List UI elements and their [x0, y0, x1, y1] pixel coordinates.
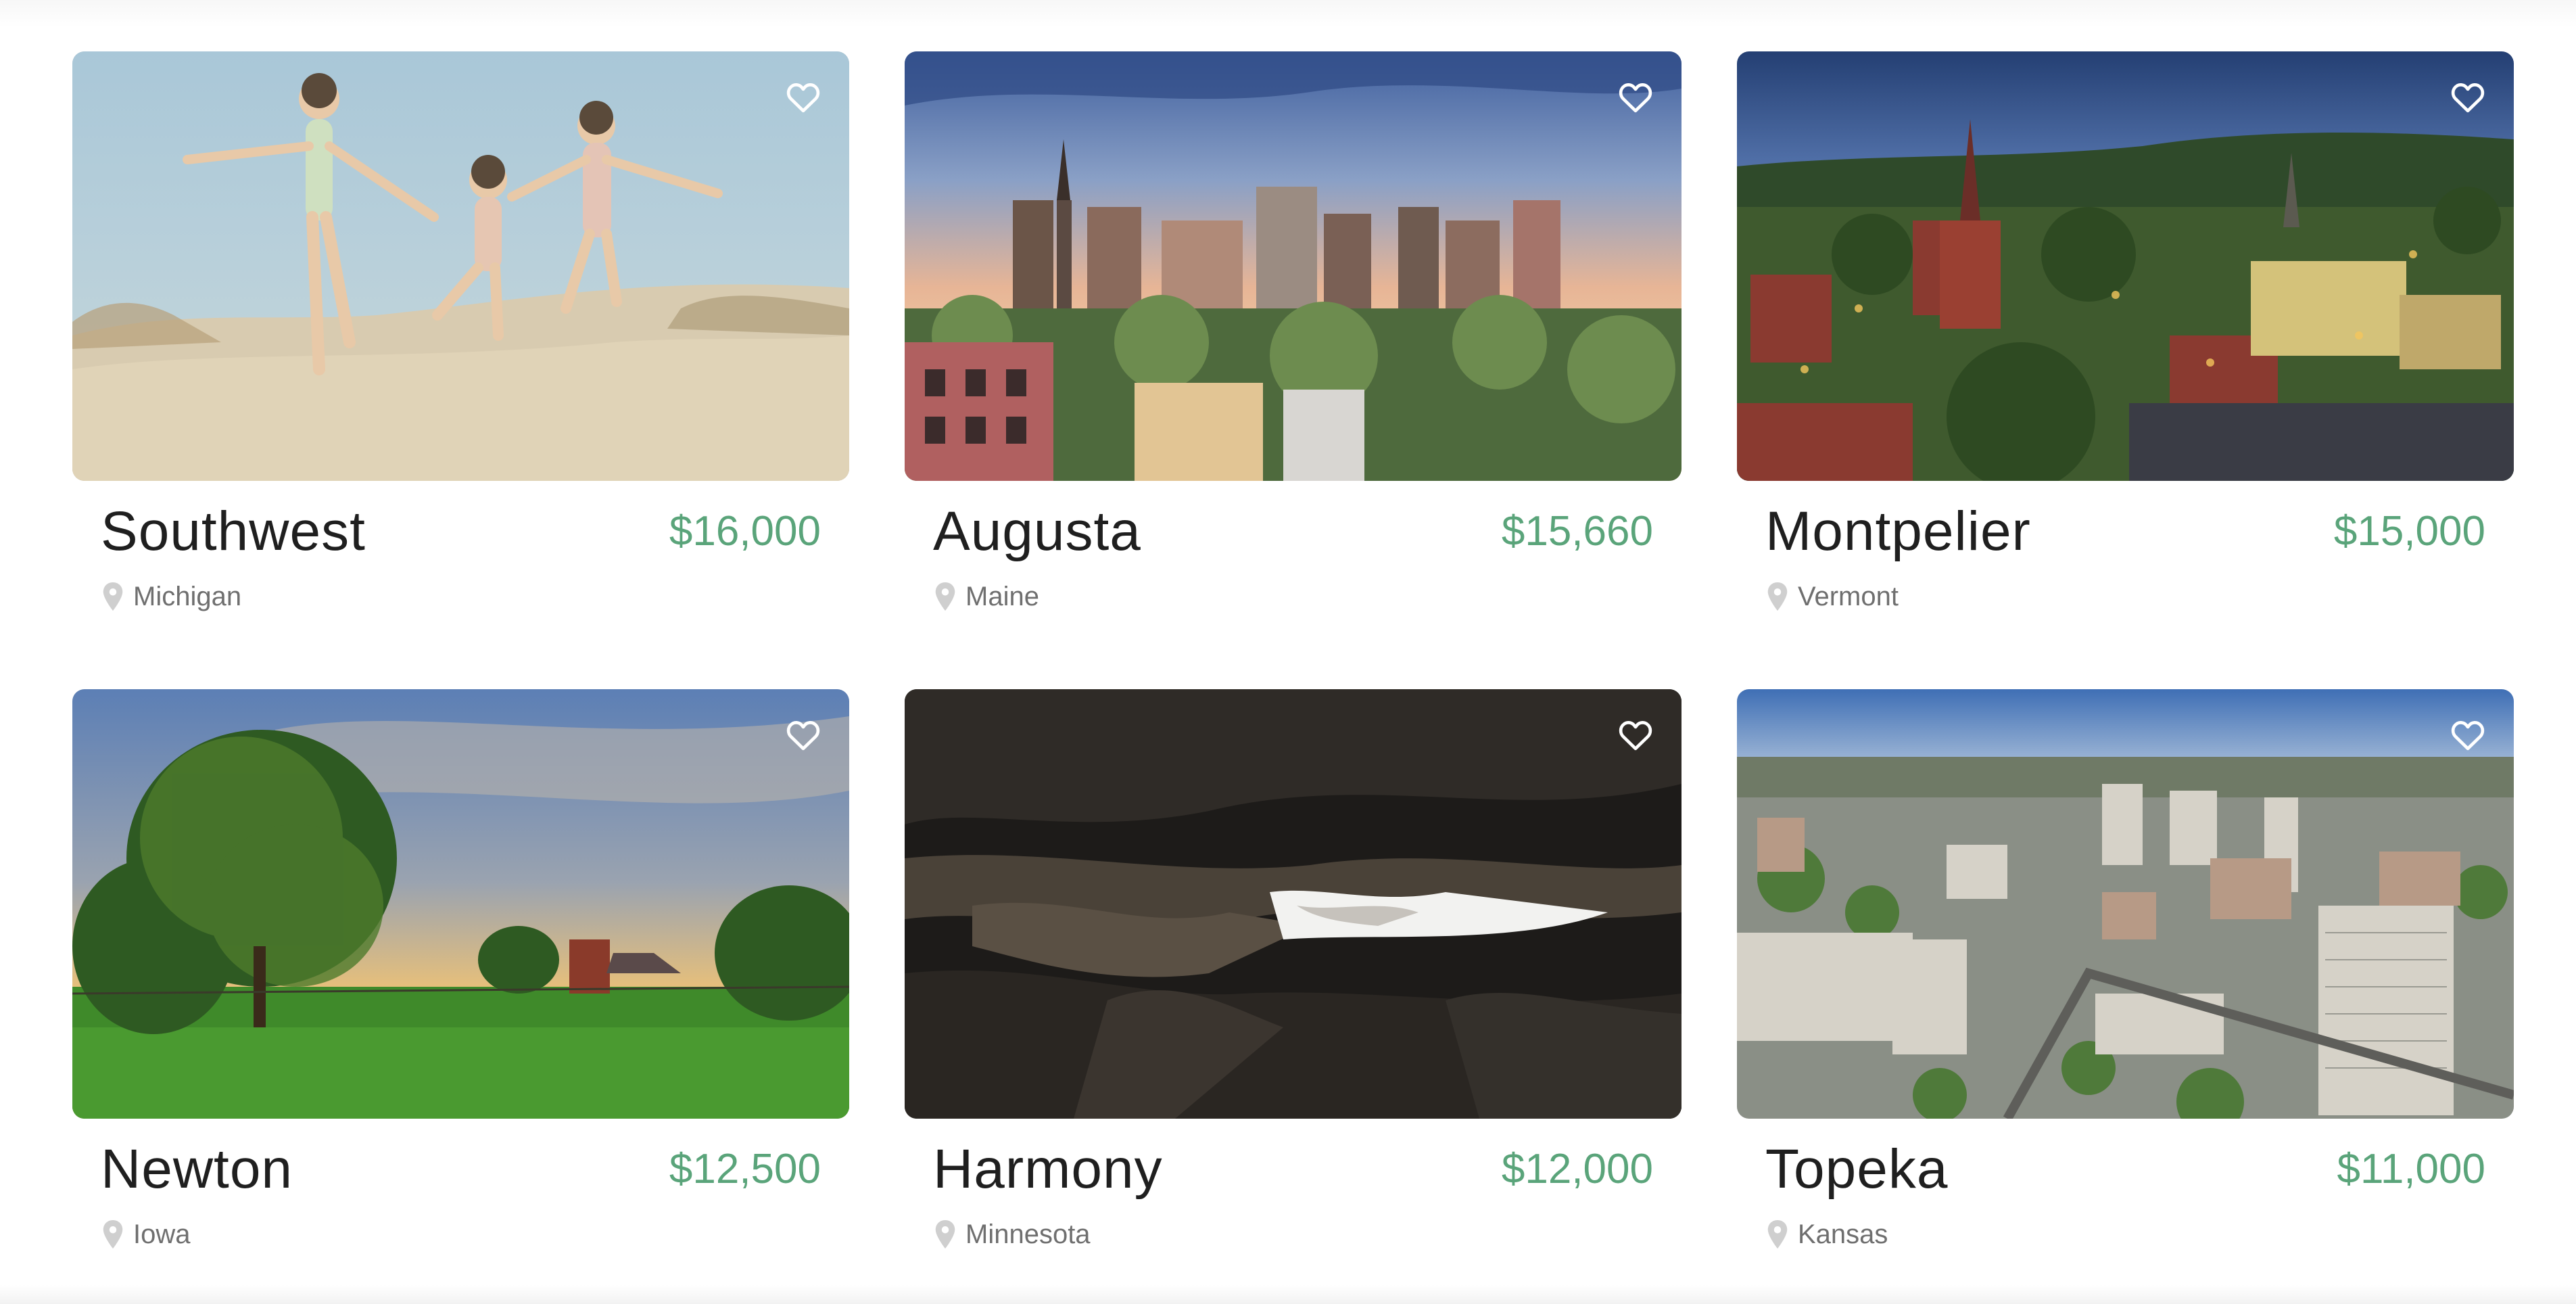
map-pin-icon	[935, 582, 955, 611]
location-label: Maine	[965, 582, 1039, 611]
listing-title[interactable]: Augusta	[933, 504, 1141, 559]
map-pin-icon	[935, 1220, 955, 1249]
favorite-button[interactable]	[2442, 72, 2494, 123]
city-aerial-photo	[1737, 689, 2514, 1119]
farm-field-photo	[72, 689, 849, 1119]
location-label: Michigan	[133, 582, 242, 611]
listings-grid: Southwest $16,000 Michigan Augusta $15,6…	[72, 51, 2520, 1259]
location-label: Minnesota	[965, 1219, 1091, 1249]
listing-card[interactable]: Harmony $12,000 Minnesota	[905, 689, 1681, 1259]
listing-info: Harmony $12,000 Minnesota	[905, 1119, 1681, 1259]
listing-location: Kansas	[1765, 1219, 1888, 1250]
listing-location: Iowa	[101, 1219, 191, 1250]
previous-row-edge	[0, 0, 2576, 27]
listing-card[interactable]: Newton $12,500 Iowa	[72, 689, 849, 1259]
heart-outline-icon	[1619, 83, 1652, 113]
listing-info: Augusta $15,660 Maine	[905, 481, 1681, 622]
listing-card[interactable]: Augusta $15,660 Maine	[905, 51, 1681, 622]
location-label: Vermont	[1798, 582, 1899, 611]
map-pin-icon	[103, 1220, 123, 1249]
listing-info: Newton $12,500 Iowa	[72, 1119, 849, 1259]
listing-location: Vermont	[1765, 581, 1899, 612]
heart-outline-icon	[786, 721, 820, 751]
town-night-photo	[1737, 51, 2514, 481]
listing-info: Southwest $16,000 Michigan	[72, 481, 849, 622]
heart-outline-icon	[2451, 721, 2485, 751]
favorite-button[interactable]	[2442, 709, 2494, 761]
listing-price: $15,660	[1501, 508, 1653, 555]
map-pin-icon	[103, 582, 123, 611]
listing-title[interactable]: Topeka	[1765, 1142, 1948, 1197]
favorite-button[interactable]	[778, 709, 829, 761]
heart-outline-icon	[2451, 83, 2485, 113]
listing-card[interactable]: Topeka $11,000 Kansas	[1737, 689, 2514, 1259]
listing-photo[interactable]	[1737, 51, 2514, 481]
map-pin-icon	[1767, 582, 1788, 611]
listing-price: $12,000	[1501, 1146, 1653, 1192]
location-label: Kansas	[1798, 1219, 1888, 1249]
beach-dunes-photo	[72, 51, 849, 481]
favorite-button[interactable]	[1610, 709, 1661, 761]
listing-location: Minnesota	[933, 1219, 1091, 1250]
listing-location: Maine	[933, 581, 1039, 612]
favorite-button[interactable]	[1610, 72, 1661, 123]
cave-photo	[905, 689, 1681, 1119]
listing-info: Montpelier $15,000 Vermont	[1737, 481, 2514, 622]
next-row-edge	[0, 1285, 2576, 1304]
listing-card[interactable]: Southwest $16,000 Michigan	[72, 51, 849, 622]
listing-photo[interactable]	[72, 51, 849, 481]
listings-page: Southwest $16,000 Michigan Augusta $15,6…	[0, 0, 2576, 1304]
heart-outline-icon	[1619, 721, 1652, 751]
listing-price: $11,000	[2337, 1146, 2485, 1192]
listing-photo[interactable]	[1737, 689, 2514, 1119]
listing-photo[interactable]	[72, 689, 849, 1119]
favorite-button[interactable]	[778, 72, 829, 123]
listing-photo[interactable]	[905, 51, 1681, 481]
heart-outline-icon	[786, 83, 820, 113]
listing-info: Topeka $11,000 Kansas	[1737, 1119, 2514, 1259]
listing-price: $12,500	[669, 1146, 821, 1192]
listing-card[interactable]: Montpelier $15,000 Vermont	[1737, 51, 2514, 622]
listing-title[interactable]: Harmony	[933, 1142, 1163, 1197]
listing-price: $16,000	[669, 508, 821, 555]
city-dusk-photo	[905, 51, 1681, 481]
map-pin-icon	[1767, 1220, 1788, 1249]
location-label: Iowa	[133, 1219, 191, 1249]
listing-price: $15,000	[2333, 508, 2485, 555]
listing-title[interactable]: Newton	[101, 1142, 293, 1197]
listing-photo[interactable]	[905, 689, 1681, 1119]
listing-location: Michigan	[101, 581, 241, 612]
listing-title[interactable]: Southwest	[101, 504, 366, 559]
listing-title[interactable]: Montpelier	[1765, 504, 2031, 559]
